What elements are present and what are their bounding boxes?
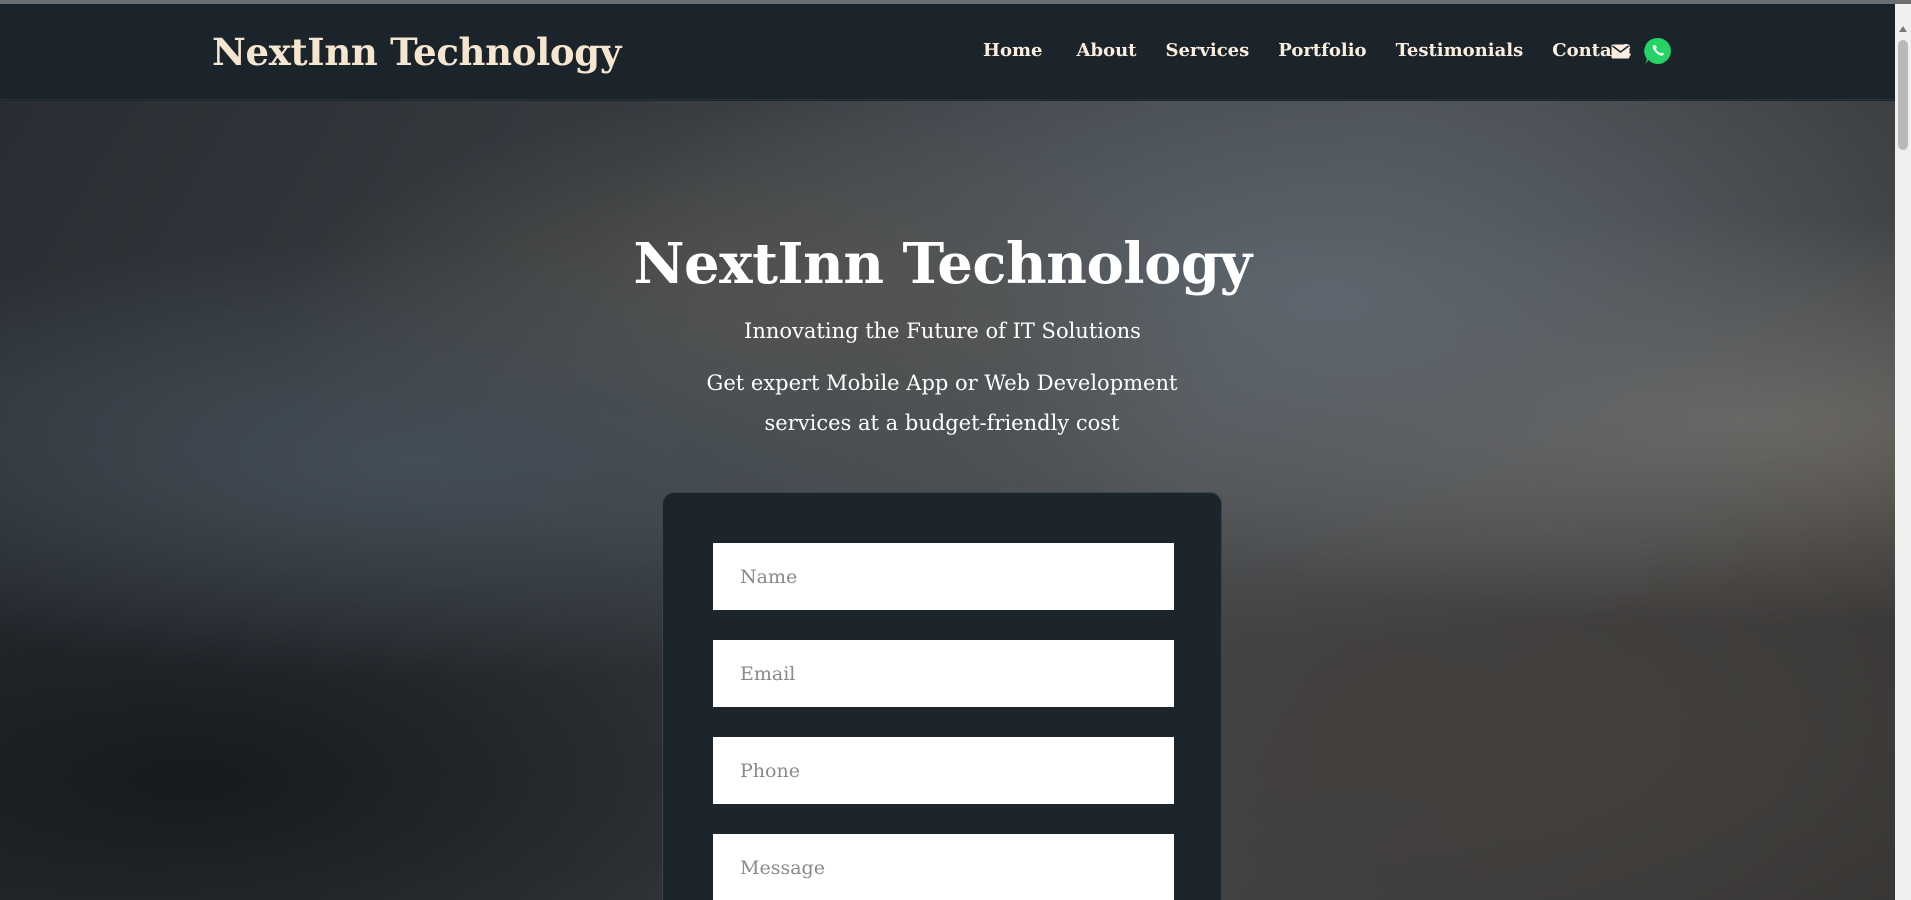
nav-link-home[interactable]: Home (983, 40, 1043, 61)
mail-icon[interactable] (1611, 44, 1630, 59)
hero-description: Get expert Mobile App or Web Development… (706, 371, 1178, 435)
message-input[interactable] (713, 834, 1174, 900)
nav-link-about[interactable]: About (1077, 40, 1137, 61)
nav-link-portfolio[interactable]: Portfolio (1278, 40, 1366, 61)
scroll-up-arrow-icon[interactable] (1899, 26, 1907, 32)
name-input[interactable] (713, 543, 1174, 610)
scrollbar-thumb[interactable] (1898, 40, 1908, 150)
navbar: NextInn Technology Home About Services P… (0, 4, 1895, 100)
main-nav: Home About Services Portfolio Testimonia… (983, 40, 1631, 61)
hero-tagline: Innovating the Future of IT Solutions (744, 319, 1141, 343)
nav-link-testimonials[interactable]: Testimonials (1396, 40, 1524, 61)
nav-link-services[interactable]: Services (1165, 40, 1249, 61)
hero-title: NextInn Technology (633, 231, 1252, 297)
email-input[interactable] (713, 640, 1174, 707)
hero-section: NextInn Technology Innovating the Future… (0, 101, 1895, 900)
page-scrollbar[interactable] (1895, 4, 1911, 900)
contact-form (662, 492, 1222, 900)
brand-logo[interactable]: NextInn Technology (212, 30, 621, 74)
phone-input[interactable] (713, 737, 1174, 804)
whatsapp-icon[interactable] (1643, 36, 1673, 66)
